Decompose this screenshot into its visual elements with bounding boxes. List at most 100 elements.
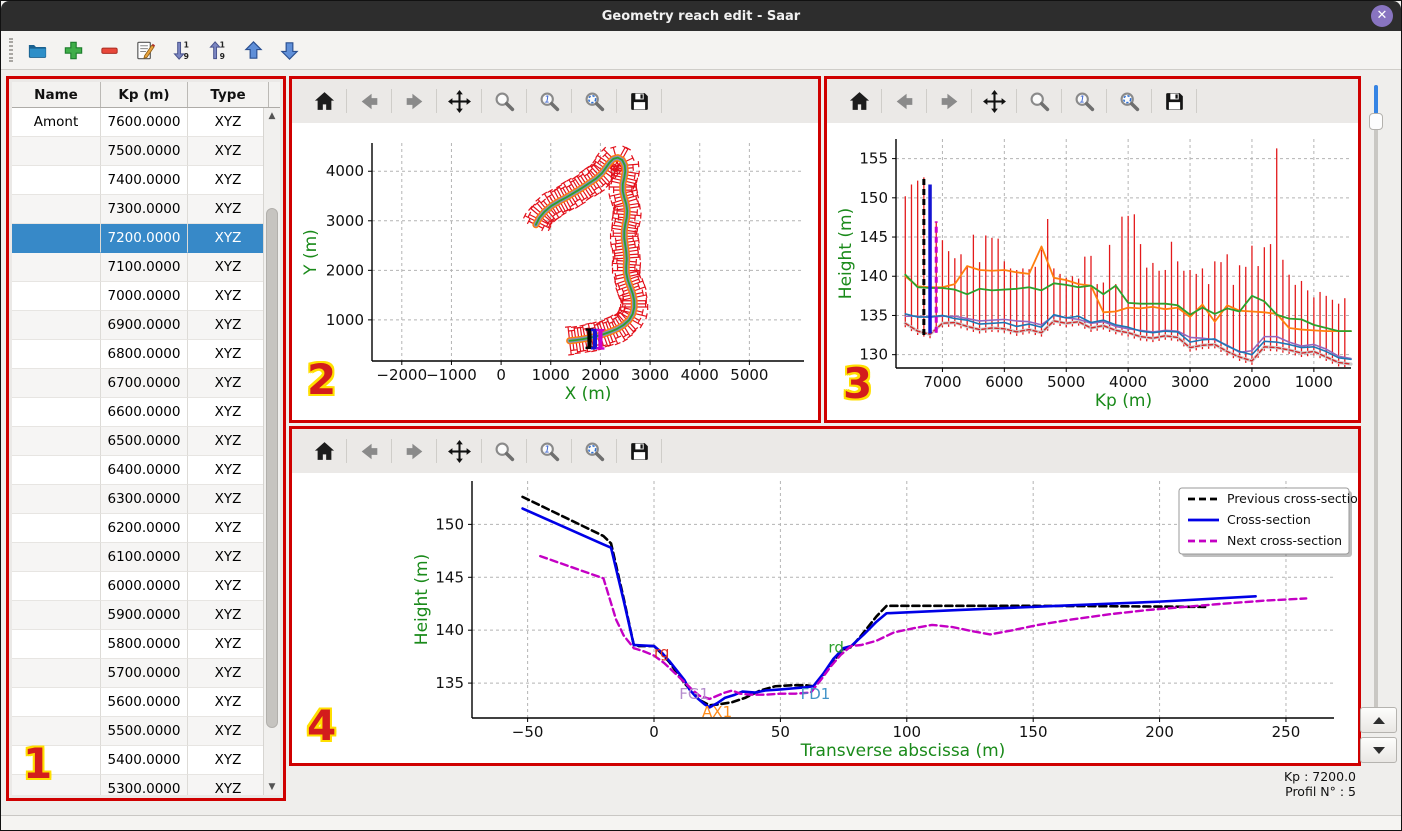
plan-home-button[interactable] <box>309 86 339 116</box>
svg-text:140: 140 <box>435 621 464 639</box>
cell-name <box>12 311 101 340</box>
cell-type: XYZ <box>188 456 269 485</box>
cross-pan-button[interactable] <box>444 436 474 466</box>
column-header-name[interactable]: Name <box>12 82 101 107</box>
app-window: Geometry reach edit - Saar ✕ 1919 Name K… <box>0 0 1402 831</box>
svg-text:Transverse abscissa (m): Transverse abscissa (m) <box>800 741 1006 761</box>
table-row[interactable]: 6400.0000 XYZ <box>12 456 280 485</box>
profile-forward-button[interactable] <box>934 86 964 116</box>
cross-back-button[interactable] <box>354 436 384 466</box>
cross-section-plot[interactable]: −50 0 50 100 150 200 250 135 140 145 150 Transverse… <box>292 473 1366 763</box>
table-row[interactable]: 6500.0000 XYZ <box>12 427 280 456</box>
table-row[interactable]: 5700.0000 XYZ <box>12 659 280 688</box>
cross-save-button[interactable] <box>624 436 654 466</box>
plan-view-plot[interactable]: −2000 −1000 0 1000 2000 3000 4000 5000 1000 2000 3… <box>292 123 818 420</box>
sort-ascending-button[interactable]: 19 <box>204 37 230 63</box>
svg-text:5000: 5000 <box>730 366 768 384</box>
profile-home-button[interactable] <box>844 86 874 116</box>
table-row[interactable]: 5900.0000 XYZ <box>12 601 280 630</box>
svg-text:Next cross-section: Next cross-section <box>1227 533 1342 548</box>
cell-type: XYZ <box>188 514 269 543</box>
table-row[interactable]: Amont 7600.0000 XYZ <box>12 108 280 137</box>
plan-pan-button[interactable] <box>444 86 474 116</box>
cross-forward-button[interactable] <box>399 436 429 466</box>
cross-zoom-auto-button[interactable] <box>579 436 609 466</box>
toolbar-separator <box>616 439 617 463</box>
table-row[interactable]: 7100.0000 XYZ <box>12 253 280 282</box>
table-row[interactable]: 7400.0000 XYZ <box>12 166 280 195</box>
svg-text:rd: rd <box>828 638 843 656</box>
svg-text:X (m): X (m) <box>565 384 612 404</box>
cell-type: XYZ <box>188 746 269 775</box>
long-profile-plot[interactable]: 7000 6000 5000 4000 3000 2000 1000 130 135 140 145… <box>827 123 1358 420</box>
profile-save-button[interactable] <box>1159 86 1189 116</box>
profile-zoom-auto-button[interactable] <box>1114 86 1144 116</box>
close-button[interactable]: ✕ <box>1371 5 1393 27</box>
slider-handle[interactable] <box>1369 113 1383 130</box>
table-row[interactable]: 6800.0000 XYZ <box>12 340 280 369</box>
table-row[interactable]: 5800.0000 XYZ <box>12 630 280 659</box>
add-profile-button[interactable] <box>60 37 86 63</box>
sort-descending-button[interactable]: 19 <box>168 37 194 63</box>
cross-home-button[interactable] <box>309 436 339 466</box>
table-row[interactable]: 7200.0000 XYZ <box>12 224 280 253</box>
plan-save-button[interactable] <box>624 86 654 116</box>
cross-section-panel: 1 −50 0 50 100 150 200 250 135 140 145 150 Transver… <box>289 426 1366 766</box>
cell-type: XYZ <box>188 427 269 456</box>
cross-zoom-in-one-button[interactable]: 1 <box>534 436 564 466</box>
table-row[interactable]: 7500.0000 XYZ <box>12 137 280 166</box>
profile-pan-button[interactable] <box>979 86 1009 116</box>
remove-profile-button[interactable] <box>96 37 122 63</box>
plan-zoom-button[interactable] <box>489 86 519 116</box>
plan-zoom-auto-button[interactable] <box>579 86 609 116</box>
cell-kp: 5800.0000 <box>101 630 188 659</box>
cell-kp: 5900.0000 <box>101 601 188 630</box>
table-row[interactable]: 6700.0000 XYZ <box>12 369 280 398</box>
table-row[interactable]: 7000.0000 XYZ <box>12 282 280 311</box>
scroll-down-arrow[interactable]: ▼ <box>264 779 280 795</box>
table-scrollbar[interactable]: ▲ ▼ <box>263 108 280 795</box>
cell-type: XYZ <box>188 543 269 572</box>
move-up-button[interactable] <box>240 37 266 63</box>
footer-kp: Kp : 7200.0 <box>1283 769 1356 784</box>
table-row[interactable]: 7300.0000 XYZ <box>12 195 280 224</box>
profile-zoom-in-one-button[interactable]: 1 <box>1069 86 1099 116</box>
toolbar-drag-handle[interactable] <box>9 38 13 62</box>
scrollbar-thumb[interactable] <box>266 208 278 728</box>
move-down-button[interactable] <box>276 37 302 63</box>
footer-info: Kp : 7200.0 Profil N° : 5 <box>1156 769 1356 799</box>
cell-type: XYZ <box>188 224 269 253</box>
profile-zoom-button[interactable] <box>1024 86 1054 116</box>
table-row[interactable]: 6100.0000 XYZ <box>12 543 280 572</box>
edit-profile-button[interactable] <box>132 37 158 63</box>
main-toolbar: 1919 <box>1 31 1401 70</box>
table-row[interactable]: 6200.0000 XYZ <box>12 514 280 543</box>
column-header-kp[interactable]: Kp (m) <box>101 82 188 107</box>
plan-forward-button[interactable] <box>399 86 429 116</box>
previous-profile-button[interactable] <box>1360 707 1397 733</box>
plan-back-button[interactable] <box>354 86 384 116</box>
toolbar-separator <box>571 89 572 113</box>
profiles-table[interactable]: Name Kp (m) Type Amont 7600.0000 XYZ 7500.0… <box>12 82 280 795</box>
cell-type: XYZ <box>188 659 269 688</box>
svg-text:2000: 2000 <box>1233 373 1271 391</box>
table-row[interactable]: 6900.0000 XYZ <box>12 311 280 340</box>
table-row[interactable]: 6000.0000 XYZ <box>12 572 280 601</box>
open-file-button[interactable] <box>24 37 50 63</box>
next-profile-button[interactable] <box>1360 737 1397 763</box>
table-row[interactable]: 6600.0000 XYZ <box>12 398 280 427</box>
table-row[interactable]: 6300.0000 XYZ <box>12 485 280 514</box>
slider-track[interactable] <box>1374 85 1378 713</box>
cell-type: XYZ <box>188 311 269 340</box>
cross-zoom-button[interactable] <box>489 436 519 466</box>
table-row[interactable]: 5500.0000 XYZ <box>12 717 280 746</box>
title-bar[interactable]: Geometry reach edit - Saar ✕ <box>1 1 1401 31</box>
cell-type: XYZ <box>188 253 269 282</box>
column-header-type[interactable]: Type <box>188 82 269 107</box>
profile-position-slider[interactable] <box>1369 85 1383 713</box>
scroll-up-arrow[interactable]: ▲ <box>264 108 280 124</box>
table-row[interactable]: 5600.0000 XYZ <box>12 688 280 717</box>
long-profile-panel: 1 7000 6000 5000 4000 3000 2000 1000 130 135 140 1… <box>824 76 1361 423</box>
plan-zoom-in-one-button[interactable]: 1 <box>534 86 564 116</box>
profile-back-button[interactable] <box>889 86 919 116</box>
